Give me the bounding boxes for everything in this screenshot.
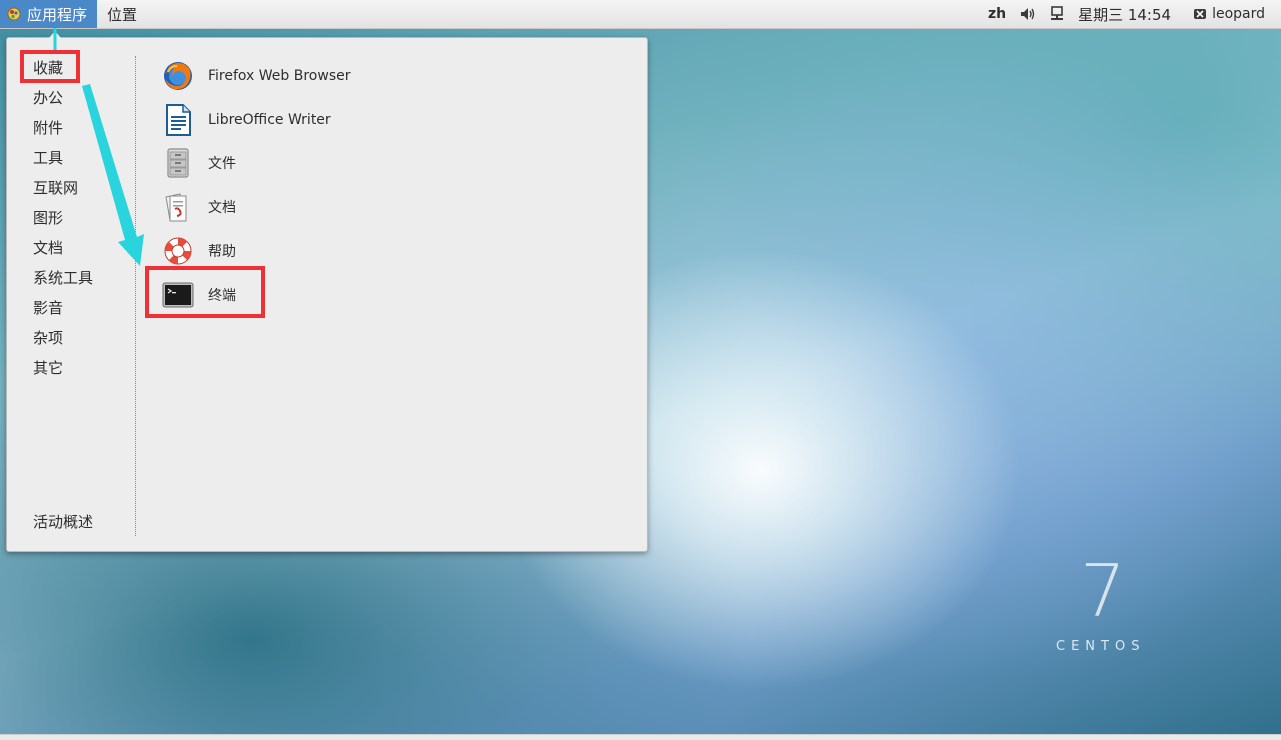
app-documents[interactable]: 文档 (162, 189, 236, 225)
network-icon[interactable] (1050, 6, 1064, 22)
volume-icon[interactable] (1020, 7, 1036, 21)
centos-version: 7 (1080, 549, 1126, 633)
activities-overview-item[interactable]: 活动概述 (33, 512, 93, 532)
category-office[interactable]: 办公 (33, 88, 63, 108)
libreoffice-writer-icon (166, 104, 191, 136)
menu-separator (135, 56, 136, 536)
places-menu-label: 位置 (107, 5, 138, 24)
category-internet[interactable]: 互联网 (33, 178, 78, 198)
app-firefox-label: Firefox Web Browser (208, 68, 351, 84)
category-list: 收藏 办公 附件 工具 互联网 图形 文档 系统工具 影音 杂项 其它 活动概述 (7, 38, 135, 551)
category-multimedia[interactable]: 影音 (33, 298, 63, 318)
app-libreoffice-writer[interactable]: LibreOffice Writer (162, 102, 331, 138)
file-cabinet-icon (167, 148, 189, 178)
app-libreoffice-writer-label: LibreOffice Writer (208, 112, 331, 128)
app-help[interactable]: 帮助 (162, 233, 236, 269)
top-panel: 应用程序 位置 zh 星期三 14:54 leopard (0, 0, 1281, 29)
category-graphics[interactable]: 图形 (33, 208, 63, 228)
user-name: leopard (1212, 6, 1265, 22)
user-icon (1194, 9, 1207, 19)
terminal-highlight (145, 266, 265, 318)
menu-pointer (49, 31, 61, 38)
app-files-label: 文件 (208, 156, 236, 172)
category-documents[interactable]: 文档 (33, 238, 63, 258)
category-misc[interactable]: 杂项 (33, 328, 63, 348)
bottom-panel (0, 734, 1281, 740)
firefox-icon (164, 62, 192, 90)
documents-icon (165, 193, 187, 222)
gnome-foot-icon (7, 7, 21, 21)
lifebuoy-icon (164, 237, 192, 265)
category-accessories[interactable]: 附件 (33, 118, 63, 138)
favorites-highlight (20, 50, 80, 83)
app-documents-label: 文档 (208, 200, 236, 216)
category-tools[interactable]: 工具 (33, 148, 63, 168)
app-files[interactable]: 文件 (162, 145, 236, 181)
centos-wordmark: CENTOS (1056, 639, 1146, 654)
app-firefox[interactable]: Firefox Web Browser (162, 58, 351, 94)
category-other[interactable]: 其它 (33, 358, 63, 378)
applications-menu-button[interactable]: 应用程序 (0, 0, 97, 28)
language-indicator[interactable]: zh (988, 6, 1006, 22)
applications-menu-popup: 收藏 办公 附件 工具 互联网 图形 文档 系统工具 影音 杂项 其它 活动概述… (6, 31, 648, 552)
app-help-label: 帮助 (208, 244, 236, 260)
system-tray: zh 星期三 14:54 leopard (974, 0, 1265, 28)
applications-menu-label: 应用程序 (27, 5, 88, 24)
user-menu[interactable]: leopard (1193, 6, 1265, 22)
category-system-tools[interactable]: 系统工具 (33, 268, 93, 288)
places-menu-button[interactable]: 位置 (107, 0, 137, 28)
clock-label[interactable]: 星期三 14:54 (1078, 4, 1171, 25)
